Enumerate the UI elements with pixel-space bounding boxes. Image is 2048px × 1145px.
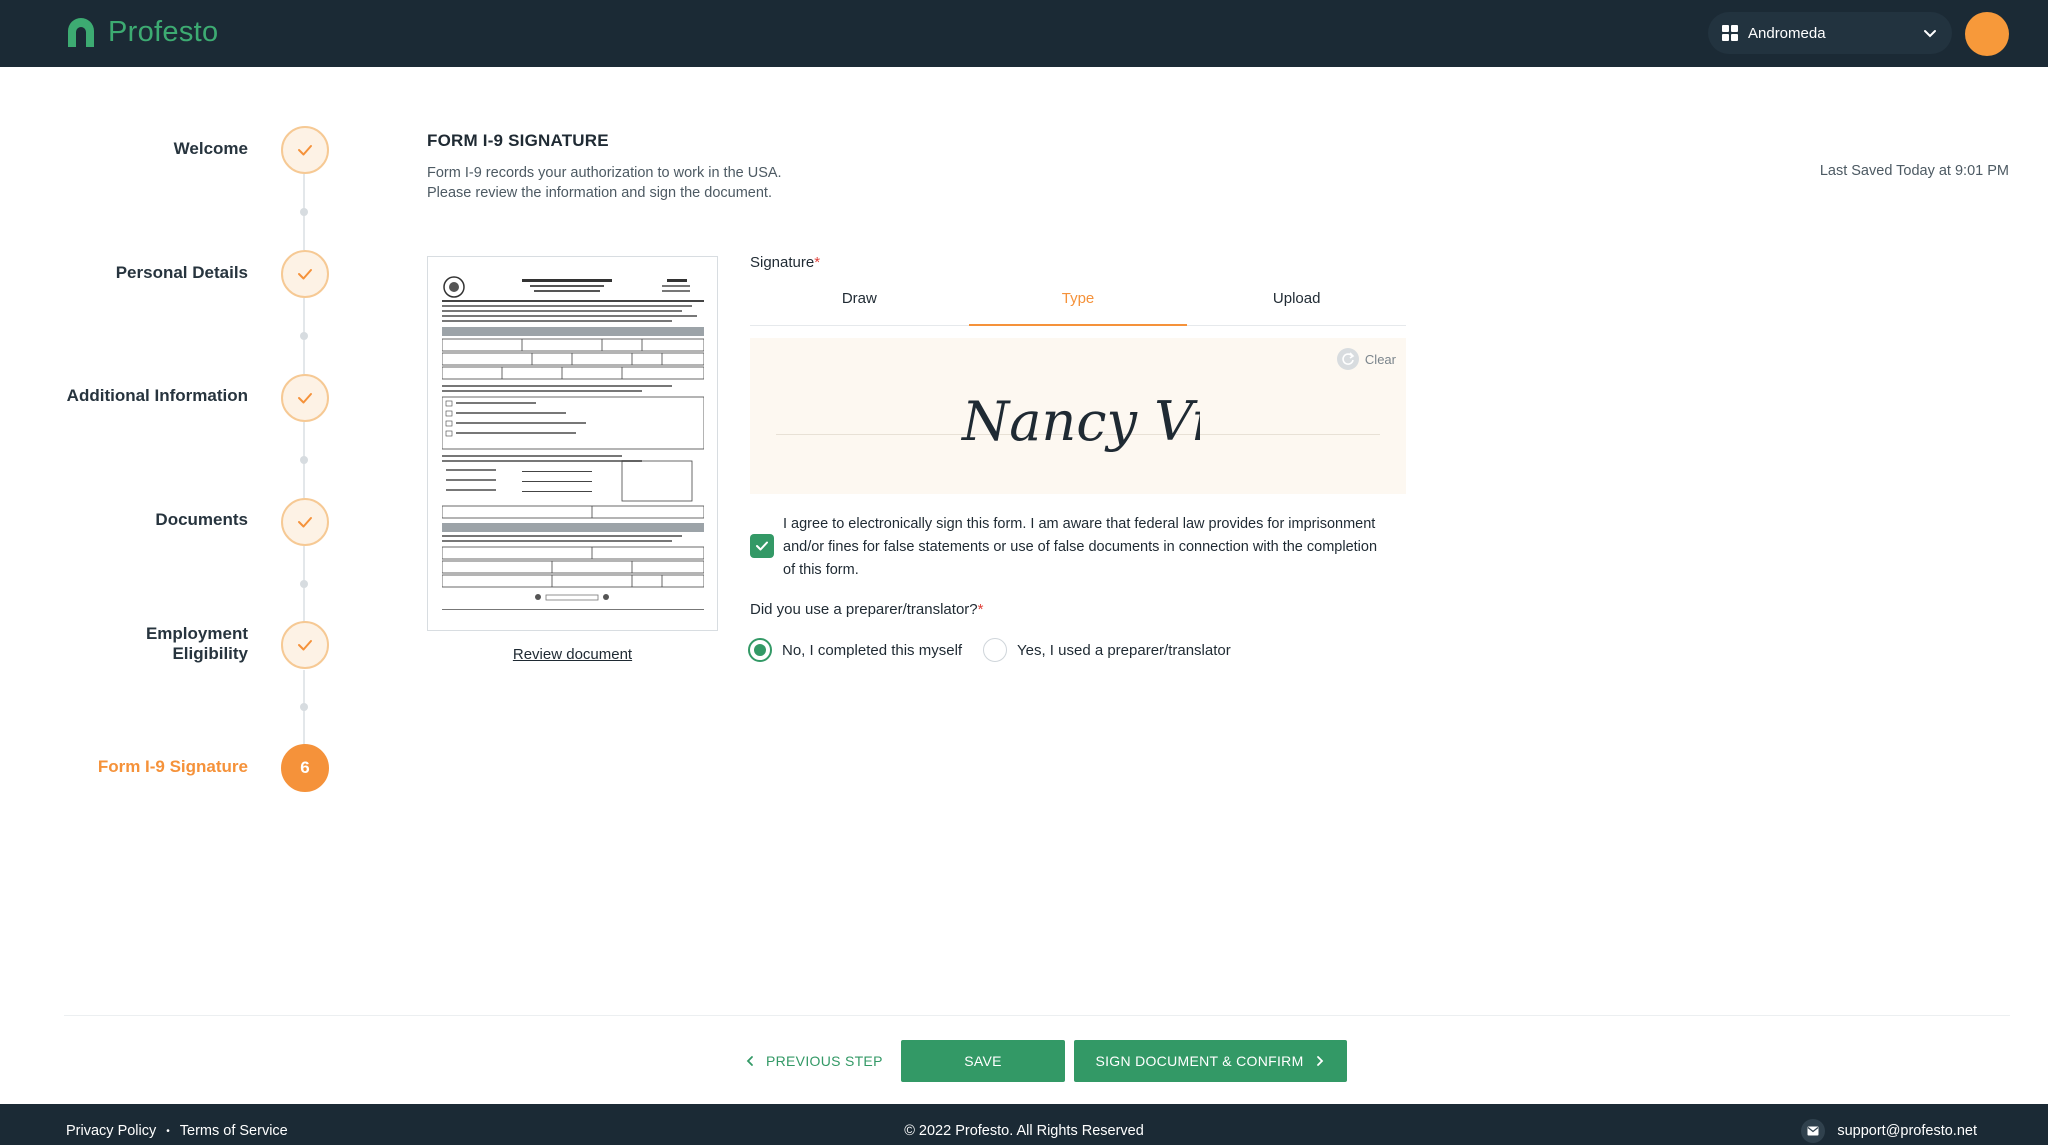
save-label: SAVE [964, 1053, 1002, 1069]
step-personal-details-done[interactable] [281, 250, 329, 298]
chevron-left-icon [746, 1056, 753, 1066]
signature-mode-tabs: Draw Type Upload [750, 286, 1406, 326]
check-icon [298, 640, 312, 651]
preparer-question: Did you use a preparer/translator?* [750, 601, 983, 618]
radio-option-used-preparer[interactable]: Yes, I used a preparer/translator [983, 638, 1231, 662]
description-line: Please review the information and sign t… [427, 185, 772, 201]
refresh-icon [1336, 348, 1359, 370]
i9-document-preview[interactable] [427, 256, 718, 631]
brand-name: Profesto [108, 15, 219, 48]
step-additional-information-done[interactable] [281, 374, 329, 422]
mail-icon [1801, 1119, 1826, 1143]
sign-label: SIGN DOCUMENT & CONFIRM [1095, 1053, 1304, 1069]
support-email-link[interactable]: support@profesto.net [1801, 1119, 1977, 1143]
step-dot [300, 332, 308, 340]
step-dot [300, 456, 308, 464]
required-asterisk: * [814, 254, 821, 271]
step-form-i9-signature-current[interactable]: 6 [281, 744, 329, 792]
radio-label: No, I completed this myself [782, 641, 963, 659]
step-label-welcome[interactable]: Welcome [8, 139, 248, 159]
radio-button[interactable] [983, 638, 1007, 662]
actions-divider [64, 1015, 2010, 1016]
step-welcome-done[interactable] [281, 126, 329, 174]
chevron-right-icon [1316, 1056, 1323, 1066]
user-avatar[interactable] [1965, 12, 2009, 56]
document-page-image [441, 276, 705, 610]
step-label-additional-information[interactable]: Additional Information [8, 386, 248, 406]
check-icon [298, 269, 312, 280]
step-label-personal-details[interactable]: Personal Details [8, 263, 248, 283]
step-label-employment-eligibility[interactable]: Employment Eligibility [8, 624, 248, 664]
step-number: 6 [300, 758, 310, 777]
step-employment-eligibility-done[interactable] [281, 621, 329, 669]
preparer-question-text: Did you use a preparer/translator? [750, 601, 978, 618]
step-dot [300, 208, 308, 216]
step-documents-done[interactable] [281, 498, 329, 546]
agreement-text: I agree to electronically sign this form… [783, 516, 1378, 578]
check-icon [756, 541, 768, 551]
check-icon [298, 517, 312, 528]
signature-label: Signature* [750, 254, 820, 271]
top-bar: Profesto Andromeda [0, 0, 2048, 67]
clear-signature-button[interactable]: Clear [1336, 348, 1396, 370]
chevron-down-icon [1924, 30, 1936, 38]
page-title: FORM I-9 SIGNATURE [427, 131, 609, 150]
step-dot [300, 580, 308, 588]
radio-label: Yes, I used a preparer/translator [1017, 641, 1231, 659]
brand-logo[interactable]: Profesto [64, 15, 218, 49]
support-email: support@profesto.net [1837, 1123, 1977, 1139]
step-label-form-i9-signature[interactable]: Form I-9 Signature [8, 757, 248, 777]
tab-draw[interactable]: Draw [750, 286, 969, 325]
tab-type[interactable]: Type [968, 286, 1188, 326]
sign-document-confirm-button[interactable]: SIGN DOCUMENT & CONFIRM [1074, 1040, 1347, 1082]
previous-step-label: PREVIOUS STEP [766, 1053, 883, 1069]
footer: Privacy Policy • Terms of Service © 2022… [0, 1104, 2048, 1145]
check-icon [298, 145, 312, 156]
signature-label-text: Signature [750, 254, 815, 271]
grid-icon [1722, 25, 1738, 41]
review-document-link[interactable]: Review document [427, 646, 718, 663]
page-description: Form I-9 records your authorization to w… [427, 163, 782, 203]
typed-signature: Nancy Vidal [960, 390, 1200, 453]
workspace-switcher[interactable]: Andromeda [1708, 12, 1952, 54]
check-icon [298, 393, 312, 404]
signature-pad[interactable]: Clear Nancy Vidal [750, 338, 1406, 494]
profesto-logo-icon [68, 18, 94, 47]
required-asterisk: * [977, 601, 984, 618]
radio-button-selected[interactable] [748, 638, 772, 662]
clear-label: Clear [1364, 351, 1396, 367]
step-dot [300, 703, 308, 711]
copyright-text: © 2022 Profesto. All Rights Reserved [904, 1123, 1144, 1139]
step-label-documents[interactable]: Documents [8, 510, 248, 530]
last-saved-status: Last Saved Today at 9:01 PM [1819, 163, 2009, 179]
save-button[interactable]: SAVE [901, 1040, 1065, 1082]
description-line: Form I-9 records your authorization to w… [427, 165, 782, 181]
previous-step-button[interactable]: PREVIOUS STEP [744, 1040, 883, 1082]
agreement-checkbox[interactable] [750, 534, 774, 558]
radio-option-no-preparer[interactable]: No, I completed this myself [748, 638, 962, 662]
tab-upload[interactable]: Upload [1187, 286, 1406, 325]
workspace-name: Andromeda [1748, 24, 1826, 42]
typed-signature-text: Nancy Vidal [960, 390, 1200, 453]
